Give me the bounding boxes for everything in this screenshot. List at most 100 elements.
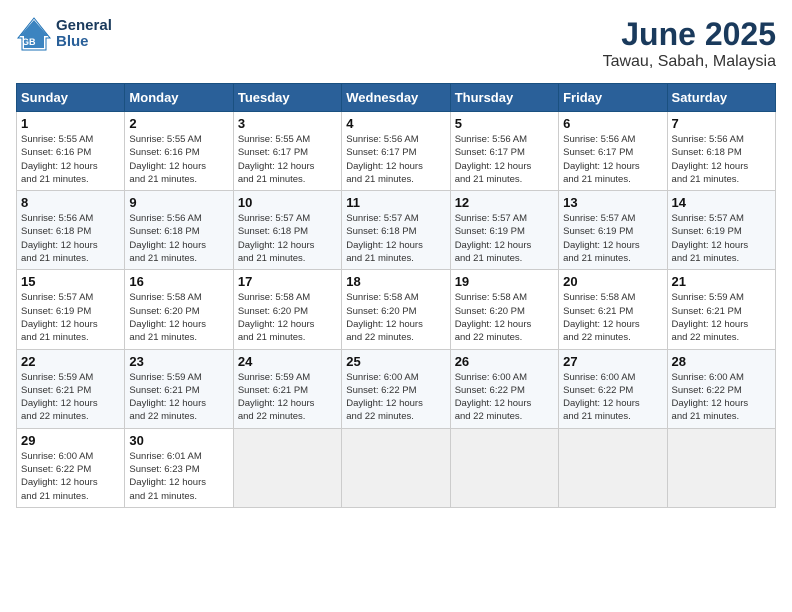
title-block: June 2025 Tawau, Sabah, Malaysia [603,16,776,71]
weekday-header-sunday: Sunday [17,84,125,112]
calendar-cell: 29 Sunrise: 6:00 AM Sunset: 6:22 PM Dayli… [17,428,125,507]
day-number: 11 [346,195,445,210]
day-number: 28 [672,354,771,369]
calendar-cell: 7 Sunrise: 5:56 AM Sunset: 6:18 PM Daylig… [667,112,775,191]
calendar-cell: 9 Sunrise: 5:56 AM Sunset: 6:18 PM Daylig… [125,191,233,270]
cell-text: Sunrise: 5:59 AM Sunset: 6:21 PM Dayligh… [238,371,337,424]
calendar-cell: 3Sunrise: 5:55 AM Sunset: 6:17 PM Daylig… [233,112,341,191]
cell-text: Sunrise: 5:55 AM Sunset: 6:16 PM Dayligh… [21,133,120,186]
calendar-week-4: 22 Sunrise: 5:59 AM Sunset: 6:21 PM Dayli… [17,349,776,428]
calendar-cell: 21 Sunrise: 5:59 AM Sunset: 6:21 PM Dayli… [667,270,775,349]
svg-text:GB: GB [22,37,36,47]
day-number: 16 [129,274,228,289]
day-number: 25 [346,354,445,369]
day-number: 7 [672,116,771,131]
calendar-cell: 10 Sunrise: 5:57 AM Sunset: 6:18 PM Dayli… [233,191,341,270]
day-number: 27 [563,354,662,369]
day-number: 14 [672,195,771,210]
calendar-cell: 14Sunrise: 5:57 AM Sunset: 6:19 PM Dayli… [667,191,775,270]
day-number: 18 [346,274,445,289]
weekday-header-row: SundayMondayTuesdayWednesdayThursdayFrid… [17,84,776,112]
cell-text: Sunrise: 5:59 AM Sunset: 6:21 PM Dayligh… [129,371,228,424]
cell-text: Sunrise: 5:57 AM Sunset: 6:19 PM Dayligh… [455,212,554,265]
calendar-cell: 18 Sunrise: 5:58 AM Sunset: 6:20 PM Dayli… [342,270,450,349]
calendar-cell [559,428,667,507]
calendar-cell: 15Sunrise: 5:57 AM Sunset: 6:19 PM Dayli… [17,270,125,349]
day-number: 21 [672,274,771,289]
day-number: 22 [21,354,120,369]
day-number: 19 [455,274,554,289]
calendar-cell: 6 Sunrise: 5:56 AM Sunset: 6:17 PM Daylig… [559,112,667,191]
cell-text: Sunrise: 5:59 AM Sunset: 6:21 PM Dayligh… [672,291,771,344]
cell-text: Sunrise: 6:00 AM Sunset: 6:22 PM Dayligh… [21,450,120,503]
day-number: 29 [21,433,120,448]
calendar-cell [450,428,558,507]
cell-text: Sunrise: 6:00 AM Sunset: 6:22 PM Dayligh… [455,371,554,424]
location-title: Tawau, Sabah, Malaysia [603,53,776,71]
calendar-cell: 13 Sunrise: 5:57 AM Sunset: 6:19 PM Dayli… [559,191,667,270]
calendar-cell: 22 Sunrise: 5:59 AM Sunset: 6:21 PM Dayli… [17,349,125,428]
cell-text: Sunrise: 5:57 AM Sunset: 6:18 PM Dayligh… [238,212,337,265]
cell-text: Sunrise: 5:56 AM Sunset: 6:18 PM Dayligh… [672,133,771,186]
cell-text: Sunrise: 5:55 AM Sunset: 6:17 PM Dayligh… [238,133,337,186]
day-number: 2 [129,116,228,131]
calendar-header: SundayMondayTuesdayWednesdayThursdayFrid… [17,84,776,112]
calendar-cell: 11Sunrise: 5:57 AM Sunset: 6:18 PM Dayli… [342,191,450,270]
day-number: 23 [129,354,228,369]
day-number: 5 [455,116,554,131]
calendar-cell: 17 Sunrise: 5:58 AM Sunset: 6:20 PM Dayli… [233,270,341,349]
day-number: 12 [455,195,554,210]
day-number: 20 [563,274,662,289]
cell-text: Sunrise: 6:00 AM Sunset: 6:22 PM Dayligh… [346,371,445,424]
calendar-cell: 23 Sunrise: 5:59 AM Sunset: 6:21 PM Dayli… [125,349,233,428]
calendar-cell: 1 Sunrise: 5:55 AM Sunset: 6:16 PM Daylig… [17,112,125,191]
cell-text: Sunrise: 5:58 AM Sunset: 6:20 PM Dayligh… [238,291,337,344]
calendar-week-5: 29 Sunrise: 6:00 AM Sunset: 6:22 PM Dayli… [17,428,776,507]
calendar-cell: 8Sunrise: 5:56 AM Sunset: 6:18 PM Daylig… [17,191,125,270]
calendar-cell: 12 Sunrise: 5:57 AM Sunset: 6:19 PM Dayli… [450,191,558,270]
cell-text: Sunrise: 5:58 AM Sunset: 6:20 PM Dayligh… [346,291,445,344]
calendar-week-1: 1 Sunrise: 5:55 AM Sunset: 6:16 PM Daylig… [17,112,776,191]
day-number: 17 [238,274,337,289]
calendar-cell: 20Sunrise: 5:58 AM Sunset: 6:21 PM Dayli… [559,270,667,349]
calendar-cell: 4 Sunrise: 5:56 AM Sunset: 6:17 PM Daylig… [342,112,450,191]
weekday-header-thursday: Thursday [450,84,558,112]
day-number: 13 [563,195,662,210]
day-number: 9 [129,195,228,210]
day-number: 1 [21,116,120,131]
logo-icon: GB [16,16,52,52]
cell-text: Sunrise: 5:55 AM Sunset: 6:16 PM Dayligh… [129,133,228,186]
cell-text: Sunrise: 5:57 AM Sunset: 6:19 PM Dayligh… [21,291,120,344]
calendar-week-3: 15Sunrise: 5:57 AM Sunset: 6:19 PM Dayli… [17,270,776,349]
cell-text: Sunrise: 5:57 AM Sunset: 6:19 PM Dayligh… [563,212,662,265]
month-title: June 2025 [603,16,776,53]
weekday-header-monday: Monday [125,84,233,112]
calendar-cell: 28 Sunrise: 6:00 AM Sunset: 6:22 PM Dayli… [667,349,775,428]
day-number: 6 [563,116,662,131]
cell-text: Sunrise: 5:58 AM Sunset: 6:20 PM Dayligh… [129,291,228,344]
cell-text: Sunrise: 5:56 AM Sunset: 6:18 PM Dayligh… [129,212,228,265]
cell-text: Sunrise: 5:58 AM Sunset: 6:20 PM Dayligh… [455,291,554,344]
calendar-cell [667,428,775,507]
calendar-week-2: 8 Sunrise: 5:56 AM Sunset: 6:18 PM Daylig… [17,191,776,270]
calendar-cell: 24 Sunrise: 5:59 AM Sunset: 6:21 PM Dayli… [233,349,341,428]
day-number: 10 [238,195,337,210]
cell-text: Sunrise: 6:00 AM Sunset: 6:22 PM Dayligh… [672,371,771,424]
cell-text: Sunrise: 5:56 AM Sunset: 6:17 PM Dayligh… [346,133,445,186]
cell-text: Sunrise: 5:59 AM Sunset: 6:21 PM Dayligh… [21,371,120,424]
calendar-cell: 5 Sunrise: 5:56 AM Sunset: 6:17 PM Daylig… [450,112,558,191]
weekday-header-friday: Friday [559,84,667,112]
calendar-cell: 16 Sunrise: 5:58 AM Sunset: 6:20 PM Dayli… [125,270,233,349]
weekday-header-saturday: Saturday [667,84,775,112]
day-number: 8 [21,195,120,210]
day-number: 4 [346,116,445,131]
day-number: 24 [238,354,337,369]
cell-text: Sunrise: 6:00 AM Sunset: 6:22 PM Dayligh… [563,371,662,424]
cell-text: Sunrise: 5:56 AM Sunset: 6:17 PM Dayligh… [455,133,554,186]
weekday-header-wednesday: Wednesday [342,84,450,112]
calendar-body: 1 Sunrise: 5:55 AM Sunset: 6:16 PM Daylig… [17,112,776,508]
page-header: GB General Blue June 2025 Tawau, Sabah, … [16,16,776,71]
calendar-cell: 30Sunrise: 6:01 AM Sunset: 6:23 PM Dayli… [125,428,233,507]
cell-text: Sunrise: 5:56 AM Sunset: 6:17 PM Dayligh… [563,133,662,186]
calendar-cell [342,428,450,507]
